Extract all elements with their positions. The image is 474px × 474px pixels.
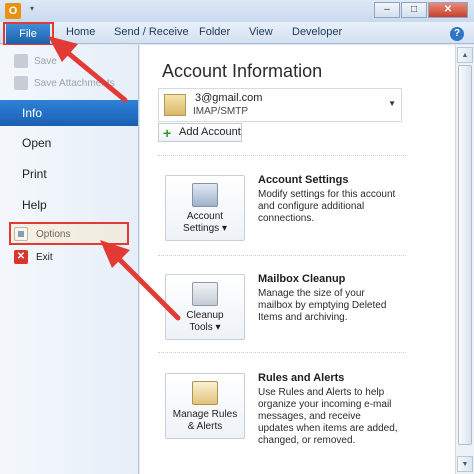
divider: [158, 352, 406, 353]
cleanup-tools-icon: [192, 282, 218, 306]
file-tab-highlight: [3, 22, 54, 46]
nav-save-label: Save: [34, 55, 57, 67]
divider: [158, 155, 406, 156]
account-type: IMAP/SMTP: [193, 106, 249, 117]
cleanup-tools-label-2: Tools ▾: [189, 322, 221, 333]
nav-item-help[interactable]: Help: [0, 192, 138, 218]
mailbox-cleanup-heading: Mailbox Cleanup: [258, 273, 346, 285]
nav-save[interactable]: Save: [14, 53, 57, 69]
manage-rules-button[interactable]: Manage Rules & Alerts: [165, 373, 245, 439]
save-icon: [14, 54, 28, 68]
maximize-button[interactable]: □: [401, 2, 427, 18]
nav-item-exit[interactable]: ✕ Exit: [14, 248, 53, 266]
account-settings-label-1: Account: [186, 211, 224, 222]
rules-alerts-heading: Rules and Alerts: [258, 372, 345, 384]
account-info-panel: Account Information 3@gmail.com IMAP/SMT…: [140, 45, 474, 474]
rules-alerts-icon: [192, 381, 218, 405]
cleanup-tools-label-1: Cleanup: [186, 310, 224, 321]
quick-access-dropdown-icon[interactable]: ▾: [30, 4, 34, 13]
nav-save-attachments[interactable]: Save Attachments: [14, 75, 115, 91]
tab-folder[interactable]: Folder: [199, 26, 230, 38]
mailbox-icon: [164, 94, 186, 116]
title-bar: O ▾ – □ ✕: [0, 0, 474, 22]
tab-home[interactable]: Home: [66, 26, 95, 38]
manage-rules-label-2: & Alerts: [187, 421, 223, 432]
vertical-scrollbar[interactable]: ▲ ▼: [455, 45, 474, 474]
add-account-button[interactable]: + Add Account: [158, 123, 242, 142]
window-controls: – □ ✕: [373, 2, 468, 18]
ribbon-tabs: File Home Send / Receive Folder View Dev…: [0, 22, 474, 44]
nav-item-info[interactable]: Info: [0, 100, 138, 126]
help-icon[interactable]: ?: [450, 27, 464, 41]
chevron-down-icon: ▼: [388, 99, 396, 108]
options-highlight: [9, 222, 129, 245]
account-selector[interactable]: 3@gmail.com IMAP/SMTP ▼: [158, 88, 402, 122]
divider: [158, 255, 406, 256]
backstage-nav: Save Save Attachments Info Open Print He…: [0, 45, 139, 474]
outlook-icon[interactable]: O: [5, 3, 21, 19]
account-settings-icon: [192, 183, 218, 207]
nav-item-open[interactable]: Open: [0, 130, 138, 156]
mailbox-cleanup-description: Manage the size of your mailbox by empty…: [258, 288, 387, 323]
scroll-thumb[interactable]: [458, 65, 472, 445]
manage-rules-label-1: Manage Rules: [172, 409, 238, 420]
page-title: Account Information: [162, 61, 323, 81]
account-settings-heading: Account Settings: [258, 174, 349, 186]
tab-developer[interactable]: Developer: [292, 26, 342, 38]
scroll-down-icon[interactable]: ▼: [457, 456, 473, 472]
nav-exit-label: Exit: [36, 251, 53, 263]
rules-alerts-description: Use Rules and Alerts to help organize yo…: [258, 387, 398, 446]
add-account-label: Add Account: [179, 126, 241, 138]
account-settings-description: Modify settings for this account and con…: [258, 189, 396, 224]
close-button[interactable]: ✕: [428, 2, 468, 18]
account-settings-button[interactable]: Account Settings ▾: [165, 175, 245, 241]
cleanup-tools-button[interactable]: Cleanup Tools ▾: [165, 274, 245, 340]
nav-item-print[interactable]: Print: [0, 161, 138, 187]
tab-view[interactable]: View: [249, 26, 273, 38]
nav-save-attachments-label: Save Attachments: [34, 77, 115, 89]
plus-icon: +: [163, 125, 172, 141]
scroll-up-icon[interactable]: ▲: [457, 47, 473, 63]
minimize-button[interactable]: –: [374, 2, 400, 18]
tab-send-receive[interactable]: Send / Receive: [114, 26, 189, 38]
account-settings-label-2: Settings ▾: [183, 223, 227, 234]
exit-icon: ✕: [14, 250, 28, 264]
account-email: 3@gmail.com: [195, 92, 263, 104]
attachment-icon: [14, 76, 28, 90]
